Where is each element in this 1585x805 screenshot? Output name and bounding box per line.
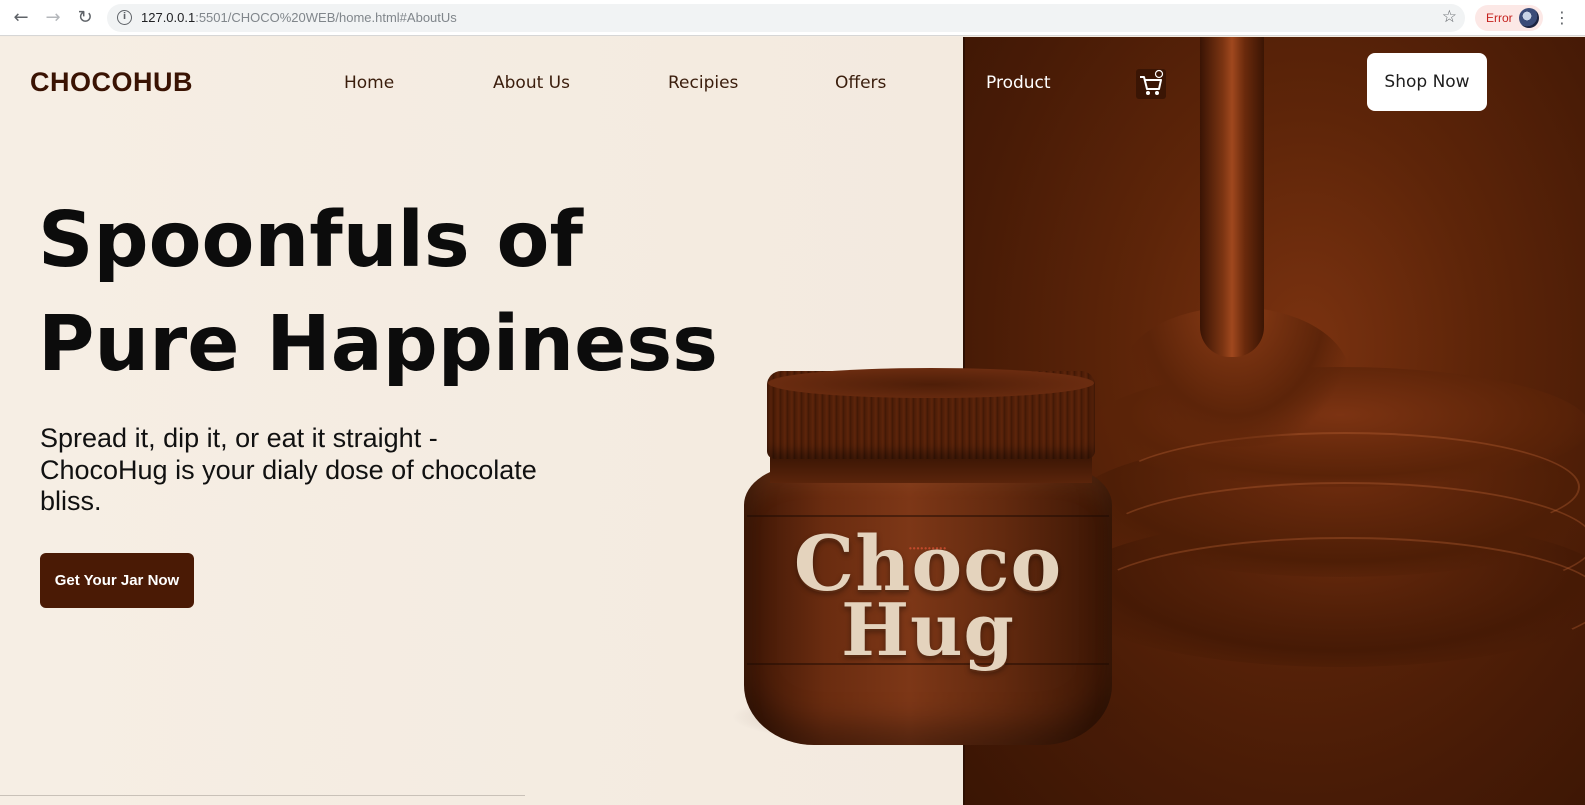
- url-text[interactable]: 127.0.0.1:5501/CHOCO%20WEB/home.html#Abo…: [141, 10, 457, 25]
- avatar: [1519, 8, 1539, 28]
- error-label: Error: [1486, 11, 1513, 25]
- hero-title-line2: Pure Happiness: [38, 300, 718, 389]
- kebab-menu-icon[interactable]: ⋮: [1554, 6, 1570, 30]
- forward-arrow-icon[interactable]: →: [41, 6, 65, 30]
- site-logo[interactable]: CHOCOHUB: [30, 67, 193, 98]
- cart-icon[interactable]: [1136, 69, 1166, 99]
- hero-title-line1: Spoonfuls of: [38, 196, 583, 285]
- nav-link-home[interactable]: Home: [344, 73, 394, 93]
- profile-error-chip[interactable]: Error: [1475, 5, 1543, 31]
- site-info-icon[interactable]: i: [117, 10, 132, 25]
- jar-brand-text: Choco Hug: [744, 526, 1112, 666]
- hero-subtitle: Spread it, dip it, or eat it straight - …: [40, 423, 537, 516]
- nav-link-recipies[interactable]: Recipies: [668, 73, 738, 93]
- landing-page: •••••••••• Choco Hug CHOCOHUB Home About…: [0, 37, 1585, 805]
- nav-link-product[interactable]: Product: [986, 73, 1051, 93]
- reload-icon[interactable]: ↻: [73, 6, 97, 30]
- url-host: 127.0.0.1: [141, 10, 196, 25]
- nav-link-offers[interactable]: Offers: [835, 73, 886, 93]
- browser-toolbar: ← → ↻ i 127.0.0.1:5501/CHOCO%20WEB/home.…: [0, 0, 1585, 36]
- star-icon[interactable]: ☆: [1442, 7, 1457, 27]
- get-your-jar-button[interactable]: Get Your Jar Now: [40, 553, 194, 608]
- hero-title: Spoonfuls of Pure Happiness: [38, 189, 738, 397]
- shop-now-button[interactable]: Shop Now: [1367, 53, 1487, 111]
- nav-link-about-us[interactable]: About Us: [493, 73, 570, 93]
- address-bar[interactable]: i 127.0.0.1:5501/CHOCO%20WEB/home.html#A…: [107, 4, 1465, 32]
- url-path: :5501/CHOCO%20WEB/home.html#AboutUs: [195, 10, 457, 25]
- back-arrow-icon[interactable]: ←: [9, 6, 33, 30]
- bottom-divider: [0, 795, 525, 796]
